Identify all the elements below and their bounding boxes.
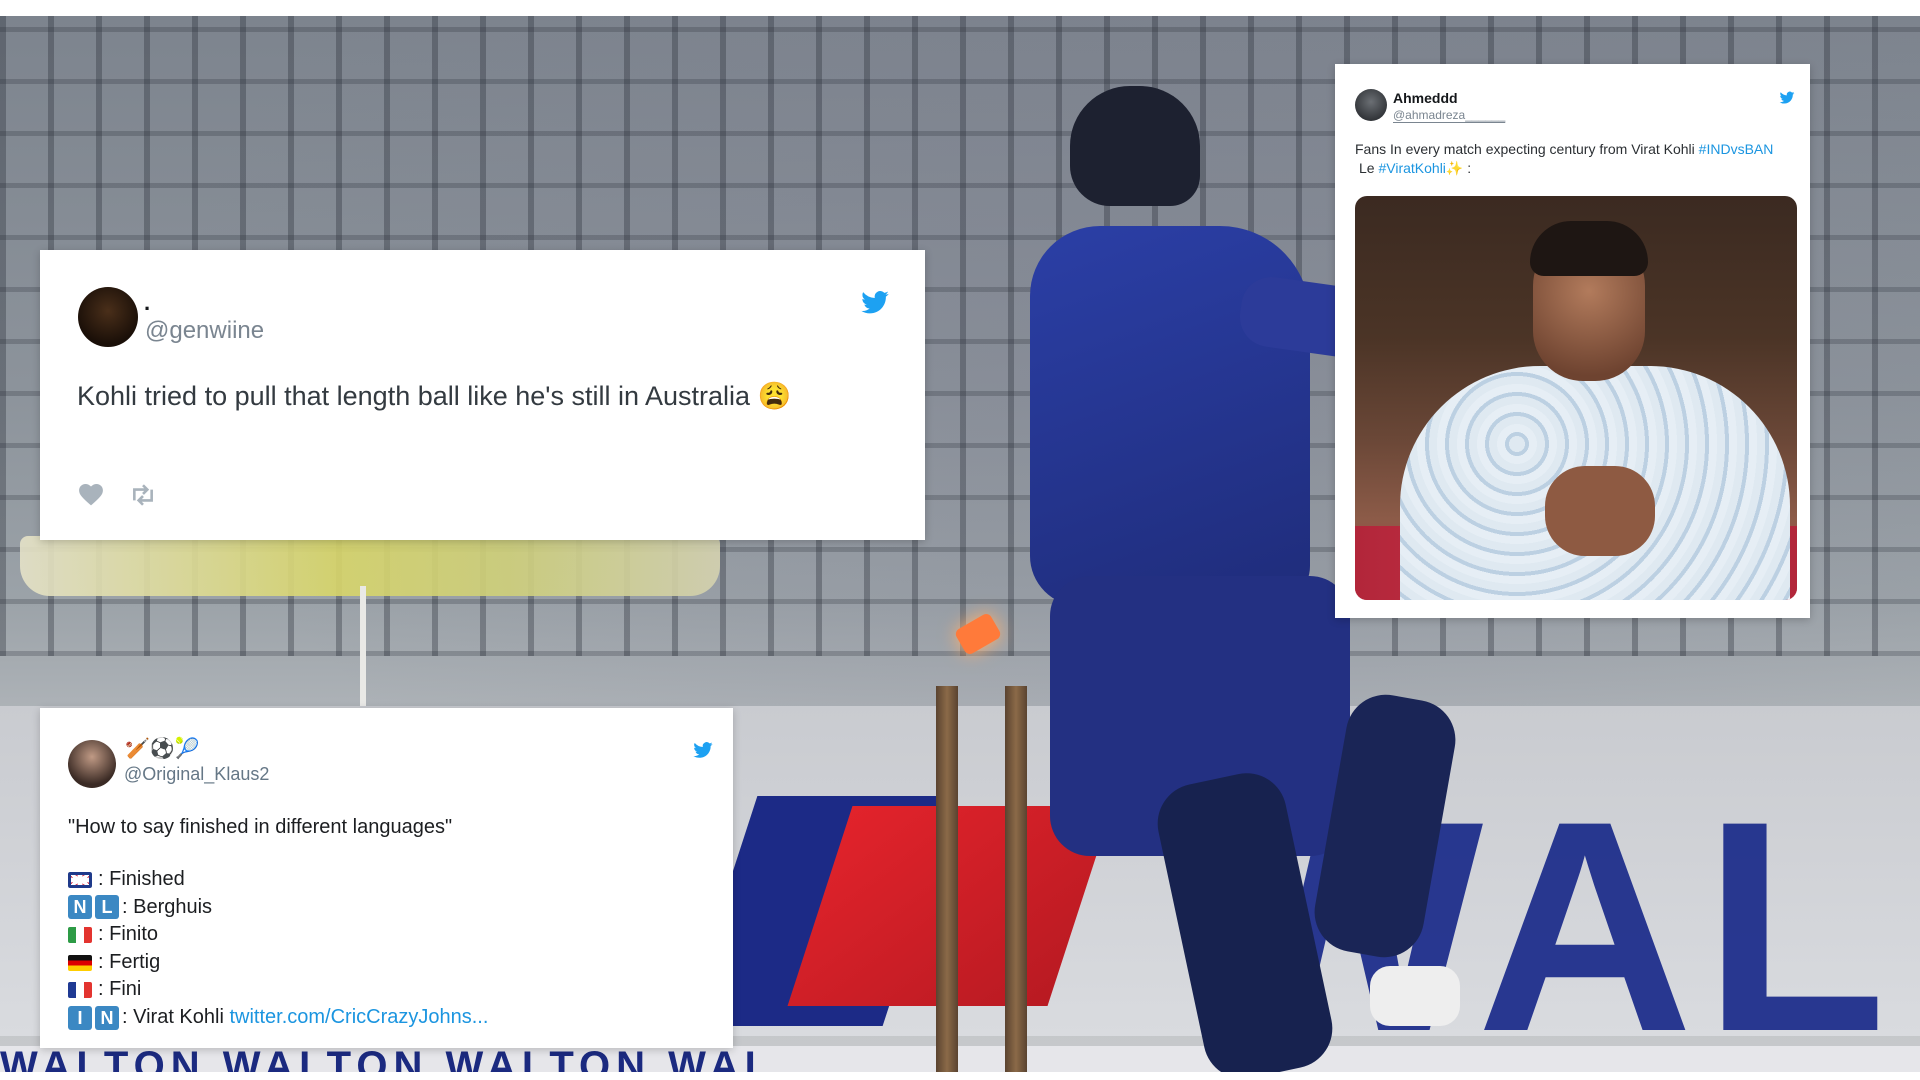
user-handle[interactable]: @Original_Klaus2	[124, 764, 269, 785]
language-text: : Virat Kohli	[122, 1005, 230, 1028]
regional-letter-icon: L	[95, 895, 119, 920]
tweet-card-ahmeddd[interactable]: Ahmeddd @ahmadreza______ Fans In every m…	[1335, 64, 1810, 618]
tweet-text: Kohli tried to pull that length ball lik…	[77, 380, 791, 412]
france-flag-icon	[68, 982, 92, 999]
tweet-link[interactable]: twitter.com/CricCrazyJohns...	[229, 1004, 488, 1032]
avatar[interactable]	[78, 287, 138, 347]
heart-icon[interactable]	[78, 482, 104, 506]
uk-flag-icon	[68, 871, 92, 888]
tweet-text-content: Kohli tried to pull that length ball lik…	[77, 381, 751, 411]
stump	[936, 686, 958, 1072]
avatar[interactable]	[68, 740, 116, 788]
language-row-nl: NL : Berghuis	[68, 894, 488, 922]
retweet-icon[interactable]	[130, 484, 156, 506]
regional-letter-icon: N	[68, 895, 92, 920]
twitter-bird-icon[interactable]	[691, 740, 715, 761]
language-row-fr: : Fini	[68, 976, 488, 1004]
twitter-bird-icon[interactable]	[1778, 90, 1796, 106]
shoe	[1370, 966, 1460, 1026]
tweet-text-line2: Le #ViratKohli✨ :	[1359, 160, 1471, 177]
weary-face-emoji: 😩	[757, 381, 792, 411]
hashtag-link[interactable]: #ViratKohli	[1378, 160, 1445, 176]
tweet-text-suffix: ✨ :	[1445, 160, 1472, 176]
italy-flag-icon	[68, 926, 92, 943]
display-name-emojis[interactable]: 🏏⚽🎾	[125, 739, 200, 759]
language-row-it: : Finito	[68, 921, 488, 949]
tweet-card-genwiine[interactable]: . @genwiine Kohli tried to pull that len…	[40, 250, 925, 540]
umbrella	[20, 536, 720, 596]
twitter-bird-icon[interactable]	[858, 288, 892, 318]
tweet-text-prefix: Le	[1359, 160, 1379, 176]
language-text: : Finito	[98, 923, 159, 946]
tweet-image[interactable]	[1355, 196, 1797, 600]
tweet-text-line1: Fans In every match expecting century fr…	[1355, 141, 1773, 157]
language-text: : Fini	[98, 978, 142, 1001]
display-name[interactable]: Ahmeddd	[1393, 90, 1458, 106]
germany-flag-icon	[68, 954, 92, 971]
hands	[1545, 466, 1655, 556]
tweet-card-original-klaus2[interactable]: 🏏⚽🎾 @Original_Klaus2 "How to say finishe…	[40, 708, 733, 1048]
umbrella-pole	[360, 586, 366, 726]
language-row-de: : Fertig	[68, 949, 488, 977]
tweet-text-prefix: Fans In every match expecting century fr…	[1355, 141, 1699, 157]
language-text: : Fertig	[98, 950, 161, 973]
hashtag-link[interactable]: #INDvsBAN	[1699, 141, 1774, 157]
language-row-uk: : Finished	[68, 866, 488, 894]
regional-letter-icon: I	[68, 1005, 92, 1030]
language-row-in: IN : Virat Kohli twitter.com/CricCrazyJo…	[68, 1004, 488, 1032]
user-handle[interactable]: @genwiine	[145, 317, 264, 345]
user-handle[interactable]: @ahmadreza______	[1393, 108, 1505, 122]
boundary-strip: WALTON WALTON WALTON WAL	[0, 1046, 1920, 1072]
regional-letter-icon: N	[95, 1005, 119, 1030]
language-text: : Berghuis	[122, 895, 213, 918]
stump	[1005, 686, 1027, 1072]
language-list: : Finished NL : Berghuis : Finito : Fert…	[68, 866, 488, 1032]
language-text: : Finished	[98, 868, 185, 890]
hair	[1530, 221, 1648, 276]
helmet	[1070, 86, 1200, 206]
avatar[interactable]	[1355, 89, 1387, 121]
tweet-quote: "How to say finished in different langua…	[68, 816, 453, 838]
display-name[interactable]: .	[144, 292, 150, 314]
